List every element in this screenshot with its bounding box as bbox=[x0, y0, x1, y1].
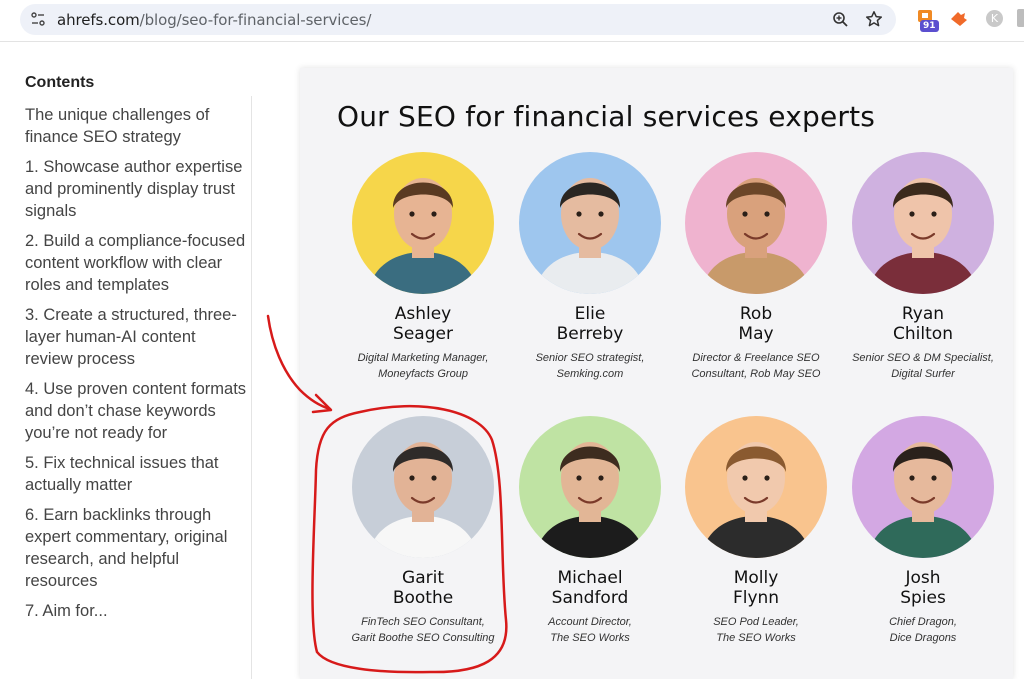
expert-card: Ashley Seager Digital Marketing Manager, … bbox=[340, 152, 506, 382]
profile-avatar[interactable]: K bbox=[986, 10, 1003, 27]
toc-item[interactable]: 3. Create a structured, three-layer huma… bbox=[25, 304, 247, 370]
expert-photo bbox=[852, 152, 994, 294]
toc-item[interactable]: 4. Use proven content formats and don’t … bbox=[25, 378, 247, 444]
experts-title: Our SEO for financial services experts bbox=[337, 100, 876, 133]
expert-photo bbox=[852, 416, 994, 558]
expert-role: Account Director, The SEO Works bbox=[548, 616, 632, 644]
url-host: ahrefs.com bbox=[57, 11, 140, 29]
expert-photo bbox=[352, 416, 494, 558]
expert-name: Molly Flynn bbox=[732, 568, 780, 608]
expert-name: Ashley Seager bbox=[393, 304, 453, 344]
address-bar[interactable]: ahrefs.com/blog/seo-for-financial-servic… bbox=[20, 4, 896, 35]
expert-role: Digital Marketing Manager, Moneyfacts Gr… bbox=[357, 352, 489, 380]
toc-item[interactable]: 7. Aim for... bbox=[25, 600, 247, 622]
expert-name: Josh Spies bbox=[900, 568, 946, 608]
toc-item[interactable]: 1. Showcase author expertise and promine… bbox=[25, 156, 247, 222]
expert-role: Senior SEO strategist, Semking.com bbox=[535, 352, 645, 380]
expert-card: Michael Sandford Account Director, The SE… bbox=[507, 416, 673, 646]
zoom-icon[interactable] bbox=[832, 11, 849, 28]
expert-role: Senior SEO & DM Specialist, Digital Surf… bbox=[852, 352, 994, 380]
side-panel-icon[interactable] bbox=[1017, 9, 1024, 27]
expert-photo bbox=[519, 152, 661, 294]
expert-name: Elie Berreby bbox=[556, 304, 624, 344]
toc-list: The unique challenges of finance SEO str… bbox=[25, 104, 247, 630]
toc-item[interactable]: 2. Build a compliance-focused content wo… bbox=[25, 230, 247, 296]
toc-divider bbox=[251, 96, 252, 679]
expert-name: Garit Boothe bbox=[392, 568, 454, 608]
bookmark-star-icon[interactable] bbox=[865, 10, 883, 28]
url-text[interactable]: ahrefs.com/blog/seo-for-financial-servic… bbox=[57, 11, 371, 29]
expert-name: Ryan Chilton bbox=[893, 304, 953, 344]
expert-role: FinTech SEO Consultant, Garit Boothe SEO… bbox=[351, 616, 495, 644]
expert-photo bbox=[352, 152, 494, 294]
expert-card: Josh Spies Chief Dragon, Dice Dragons bbox=[840, 416, 1006, 646]
url-path: /blog/seo-for-financial-services/ bbox=[139, 11, 372, 29]
expert-photo bbox=[685, 416, 827, 558]
expert-card: Rob May Director & Freelance SEO Consulta… bbox=[673, 152, 839, 382]
extension-puzzle-icon[interactable] bbox=[949, 10, 969, 28]
expert-photo bbox=[519, 416, 661, 558]
expert-card: Molly Flynn SEO Pod Leader, The SEO Works bbox=[673, 416, 839, 646]
expert-photo bbox=[685, 152, 827, 294]
expert-role: Director & Freelance SEO Consultant, Rob… bbox=[691, 352, 821, 380]
toc-heading: Contents bbox=[25, 74, 95, 91]
experts-card: Our SEO for financial services experts A… bbox=[300, 68, 1013, 679]
expert-card: Ryan Chilton Senior SEO & DM Specialist, … bbox=[840, 152, 1006, 382]
expert-role: SEO Pod Leader, The SEO Works bbox=[713, 616, 799, 644]
browser-toolbar: ahrefs.com/blog/seo-for-financial-servic… bbox=[0, 0, 1024, 42]
expert-name: Rob May bbox=[738, 304, 774, 344]
site-info-icon[interactable] bbox=[30, 11, 46, 27]
expert-role: Chief Dragon, Dice Dragons bbox=[889, 616, 957, 644]
extension-badge: 91 bbox=[920, 20, 939, 32]
expert-name: Michael Sandford bbox=[551, 568, 629, 608]
expert-card: Garit Boothe FinTech SEO Consultant, Gari… bbox=[340, 416, 506, 646]
expert-card: Elie Berreby Senior SEO strategist, Semki… bbox=[507, 152, 673, 382]
toc-item[interactable]: The unique challenges of finance SEO str… bbox=[25, 104, 247, 148]
toc-item[interactable]: 6. Earn backlinks through expert comment… bbox=[25, 504, 247, 592]
toc-item[interactable]: 5. Fix technical issues that actually ma… bbox=[25, 452, 247, 496]
